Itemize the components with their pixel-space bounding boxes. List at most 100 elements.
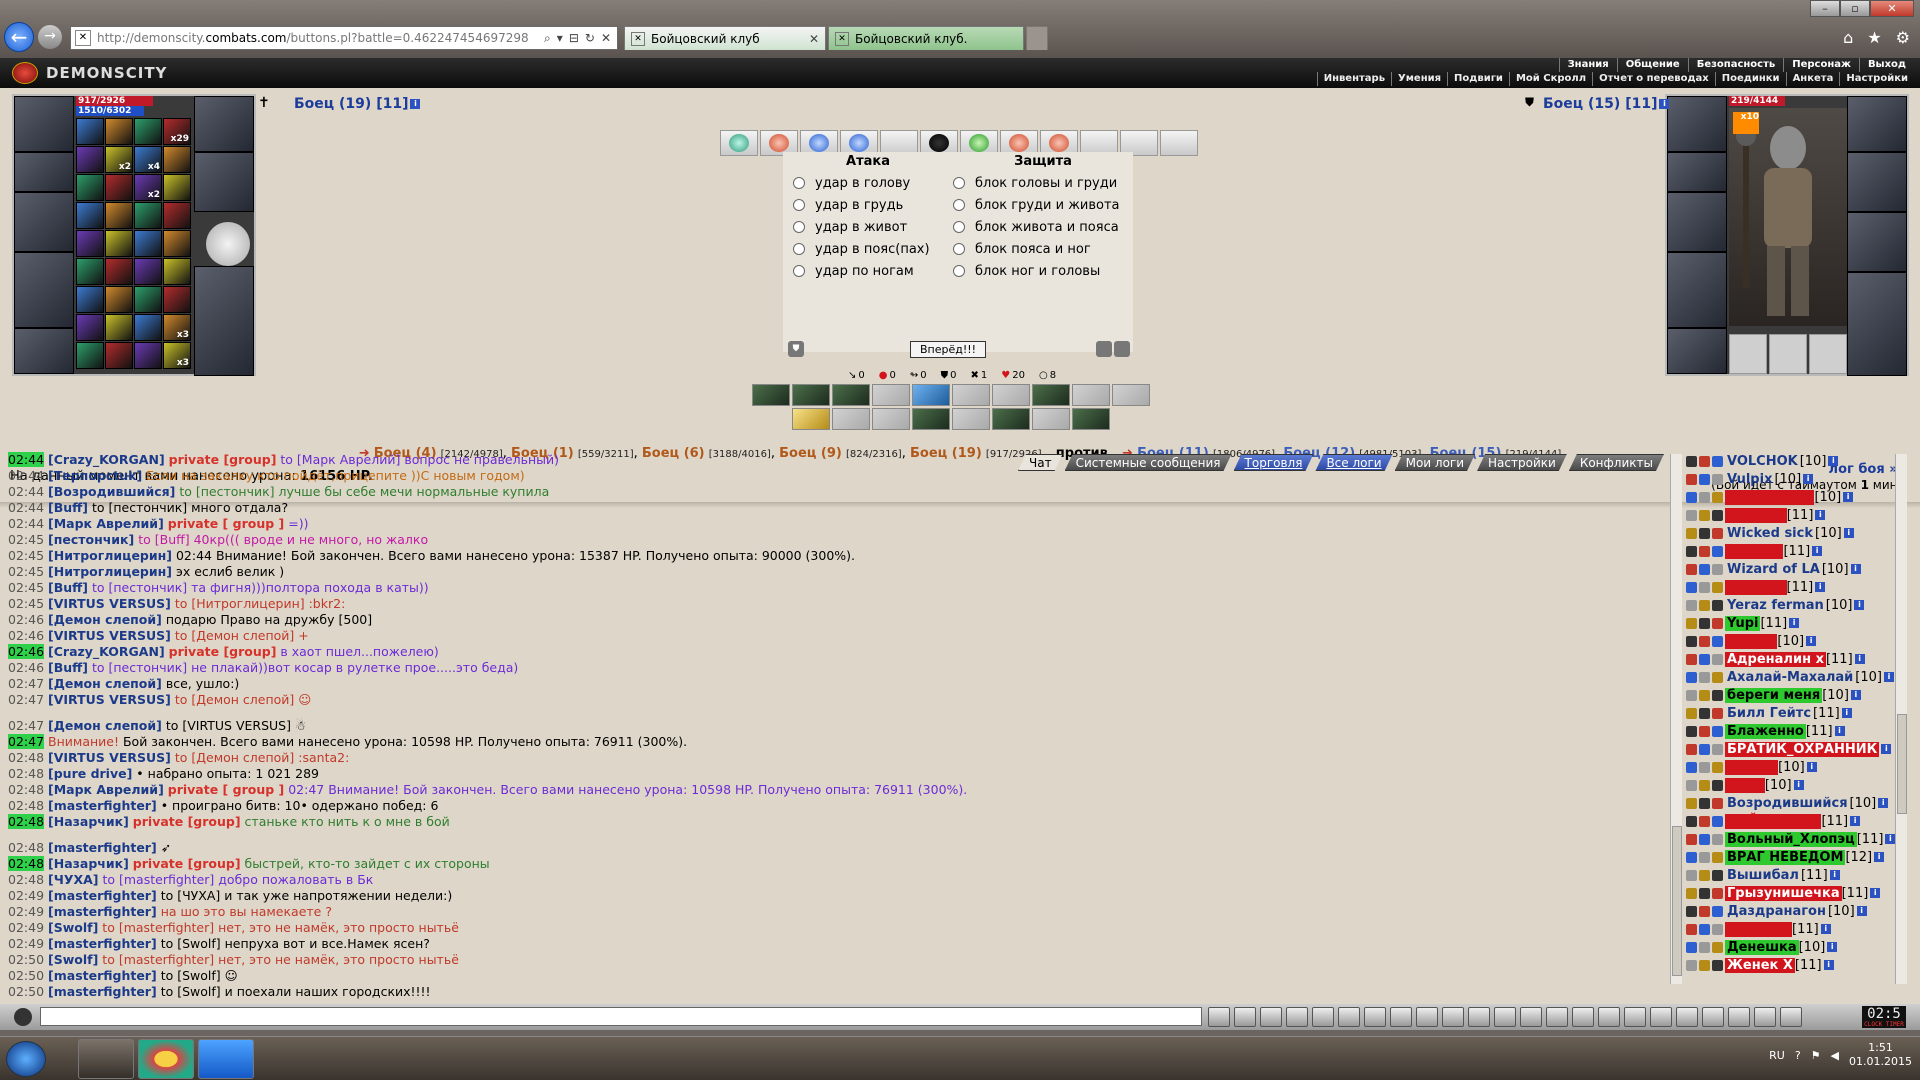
radio-button[interactable] [793, 221, 805, 233]
clan-icon[interactable] [1686, 833, 1697, 845]
rank-icon[interactable] [1712, 509, 1723, 521]
clan-icon[interactable] [1686, 689, 1697, 701]
inventory-item-slot[interactable] [76, 118, 104, 145]
clan-icon[interactable] [1686, 761, 1697, 773]
info-icon[interactable]: i [1878, 798, 1889, 808]
menu-security[interactable]: Безопасность [1687, 58, 1784, 72]
info-icon[interactable]: i [1659, 99, 1670, 109]
user-name[interactable]: Денешка [1725, 939, 1799, 955]
earring-slot[interactable] [1847, 96, 1907, 152]
user-name[interactable]: Возродившийся [1725, 796, 1850, 811]
info-icon[interactable]: i [1834, 726, 1845, 736]
radio-button[interactable] [953, 199, 965, 211]
amulet-slot[interactable] [14, 152, 74, 192]
align-icon[interactable] [1699, 725, 1710, 737]
shield-icon[interactable]: ⛊ [788, 341, 804, 357]
rank-icon[interactable] [1712, 761, 1723, 773]
user-name[interactable]: W.R.Batista [1725, 489, 1815, 505]
tab-trade[interactable]: Торговля [1234, 454, 1314, 471]
inventory-item-slot[interactable] [105, 202, 133, 229]
address-bar[interactable]: ✕ http://demonscity. combats.com/buttons.… [70, 26, 618, 50]
new-tab-button[interactable] [1026, 26, 1048, 50]
start-button[interactable] [6, 1041, 46, 1077]
effect-icon[interactable] [1072, 384, 1110, 406]
clan-icon[interactable] [1686, 941, 1697, 953]
info-icon[interactable]: i [1806, 762, 1817, 772]
rank-icon[interactable] [1712, 851, 1723, 863]
align-icon[interactable] [1699, 869, 1710, 881]
align-icon[interactable] [1699, 923, 1710, 935]
user-name[interactable]: VOLCHOK [1725, 454, 1800, 469]
attack-chest-option[interactable]: удар в грудь [793, 194, 943, 216]
effect-icon[interactable] [1112, 384, 1150, 406]
rank-icon[interactable] [1712, 743, 1723, 755]
info-icon[interactable]: i [1856, 906, 1867, 916]
home-icon[interactable]: ⌂ [1843, 28, 1853, 47]
align-icon[interactable] [1699, 563, 1710, 575]
inventory-item-slot[interactable] [134, 230, 162, 257]
right-fighter-name[interactable]: Боец (15) [11] i [1543, 96, 1670, 112]
user-name[interactable]: Даздранагон [1725, 904, 1828, 919]
inventory-item-slot[interactable] [105, 118, 133, 145]
info-icon[interactable]: i [1843, 492, 1854, 502]
book-icon[interactable] [1728, 1007, 1750, 1027]
skill-slot[interactable] [720, 130, 758, 156]
scroll-thumb[interactable] [1897, 714, 1907, 814]
user-name[interactable]: Yupi [1725, 615, 1761, 631]
rank-icon[interactable] [1712, 815, 1723, 827]
chat-nick[interactable]: [Buff] [48, 580, 88, 595]
amulet-slot[interactable] [1667, 152, 1727, 192]
info-icon[interactable]: i [1850, 690, 1861, 700]
maximize-button[interactable]: ▫ [1840, 0, 1870, 17]
helmet-slot[interactable] [1667, 96, 1727, 152]
effect-icon[interactable] [912, 384, 950, 406]
info-icon[interactable]: i [1874, 852, 1885, 862]
inventory-item-slot[interactable]: x3 [163, 342, 191, 369]
compat-icon[interactable]: ⊟ [569, 31, 579, 46]
tab-2[interactable]: ✕ Бойцовский клуб. [828, 26, 1024, 50]
inventory-item-slot[interactable] [105, 258, 133, 285]
clan-icon[interactable] [1686, 527, 1697, 539]
scroll-icon[interactable] [1572, 1007, 1594, 1027]
chat-nick[interactable]: [Назарчик] [48, 856, 129, 871]
chat-nick[interactable]: [pure drive] [48, 766, 132, 781]
info-icon[interactable]: i [1815, 582, 1826, 592]
user-name[interactable]: Wicked sick [1725, 526, 1815, 541]
inventory-item-slot[interactable] [76, 202, 104, 229]
clan-icon[interactable] [1686, 743, 1697, 755]
clan-icon[interactable] [1686, 545, 1697, 557]
belt-slot[interactable] [14, 328, 74, 374]
ring-slot[interactable] [1809, 334, 1847, 374]
inventory-item-slot[interactable] [163, 258, 191, 285]
user-name[interactable]: Влас [1725, 777, 1765, 793]
mask-icon[interactable] [1624, 1007, 1646, 1027]
align-icon[interactable] [1699, 455, 1710, 467]
user-list-item[interactable]: Вырин [10] i [1686, 758, 1912, 776]
effect-icon[interactable] [752, 384, 790, 406]
tab-chat[interactable]: Чат [1018, 454, 1063, 471]
minimize-button[interactable]: – [1810, 0, 1840, 17]
chat-nick[interactable]: [Swolf] [48, 920, 98, 935]
helmet-slot[interactable] [14, 96, 74, 152]
info-icon[interactable]: i [1850, 564, 1861, 574]
info-icon[interactable]: i [1850, 816, 1861, 826]
align-icon[interactable] [1699, 707, 1710, 719]
info-icon[interactable]: i [1815, 510, 1826, 520]
flag-icon[interactable]: ⚑ [1811, 1049, 1821, 1062]
tab-settings[interactable]: Настройки [1477, 454, 1567, 471]
explorer-app-icon[interactable] [78, 1039, 134, 1079]
user-list-item[interactable]: девочка [11] i [1686, 920, 1912, 938]
user-list-item[interactable]: береги меня [10] i [1686, 686, 1912, 704]
effect-icon[interactable] [952, 408, 990, 430]
translit-icon[interactable] [1312, 1007, 1334, 1027]
tab-system-messages[interactable]: Системные сообщения [1065, 454, 1232, 471]
clan-icon[interactable] [1686, 473, 1697, 485]
info-icon[interactable]: i [1829, 870, 1840, 880]
info-icon[interactable]: i [1789, 618, 1800, 628]
menu-exit[interactable]: Выход [1858, 58, 1914, 72]
user-list-item[interactable]: Вольный_Хлопэц [11] i [1686, 830, 1912, 848]
forward-button[interactable]: → [38, 25, 62, 49]
chat-bubble-icon[interactable] [1754, 1007, 1776, 1027]
inventory-item-slot[interactable]: x29 [163, 118, 191, 145]
inventory-item-slot[interactable] [134, 118, 162, 145]
